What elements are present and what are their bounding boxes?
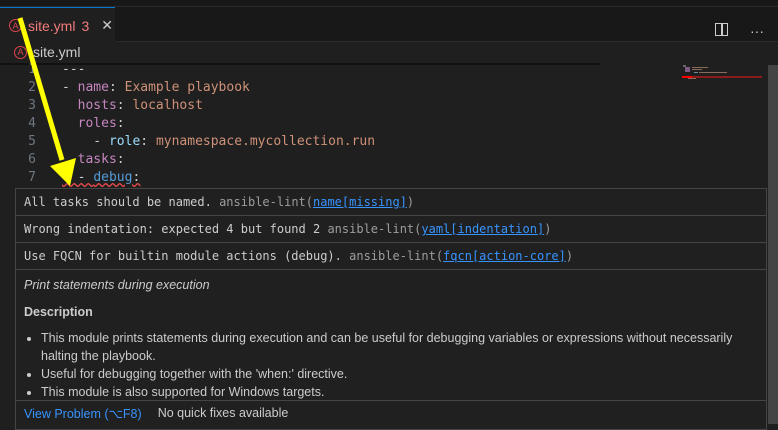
description-heading: Description [24, 305, 93, 319]
code-token: localhost [132, 98, 203, 113]
problem-source: ansible-lint( [327, 222, 422, 236]
code-token: Example playbook [124, 80, 250, 95]
problem-row: Use FQCN for builtin module actions (deb… [16, 243, 766, 270]
description-item: This module prints statements during exe… [41, 329, 758, 365]
rule-link[interactable]: fqcn[action-core] [443, 249, 566, 263]
problem-source-close: ) [544, 222, 552, 236]
split-editor-icon[interactable] [715, 23, 728, 36]
description-item: This module is also supported for Window… [41, 383, 758, 401]
rule-link[interactable]: name[missing] [313, 195, 407, 209]
view-problem-link[interactable]: View Problem (⌥F8) [24, 406, 142, 421]
problem-source: ansible-lint( [349, 249, 444, 263]
module-summary: Print statements during execution [24, 278, 210, 292]
code-token: : [132, 170, 141, 185]
hover-status-bar: View Problem (⌥F8) No quick fixes availa… [16, 400, 766, 425]
problem-source-close: ) [565, 249, 574, 263]
description-list: This module prints statements during exe… [24, 329, 758, 401]
description-item: Useful for debugging together with the '… [41, 365, 758, 383]
hover-widget: All tasks should be named. ansible-lint(… [15, 188, 767, 430]
rule-link[interactable]: yaml[indentation] [421, 222, 544, 236]
scrollbar[interactable] [768, 65, 778, 424]
problem-row: Wrong indentation: expected 4 but found … [16, 216, 766, 243]
minimap[interactable] [682, 64, 762, 94]
code-token: mynamespace.mycollection.run [155, 134, 376, 149]
no-quick-fixes-label: No quick fixes available [157, 406, 289, 420]
problem-row: All tasks should be named. ansible-lint(… [16, 189, 766, 216]
problem-message: Use FQCN for builtin module actions (deb… [24, 249, 342, 263]
more-actions-icon[interactable]: ··· [750, 23, 764, 39]
problem-source: ansible-lint( [219, 195, 313, 209]
yellow-arrow-annotation [17, 17, 76, 186]
code-token: : [140, 134, 156, 149]
problem-message: Wrong indentation: expected 4 but found … [24, 222, 321, 236]
problem-source-close: ) [406, 195, 415, 209]
